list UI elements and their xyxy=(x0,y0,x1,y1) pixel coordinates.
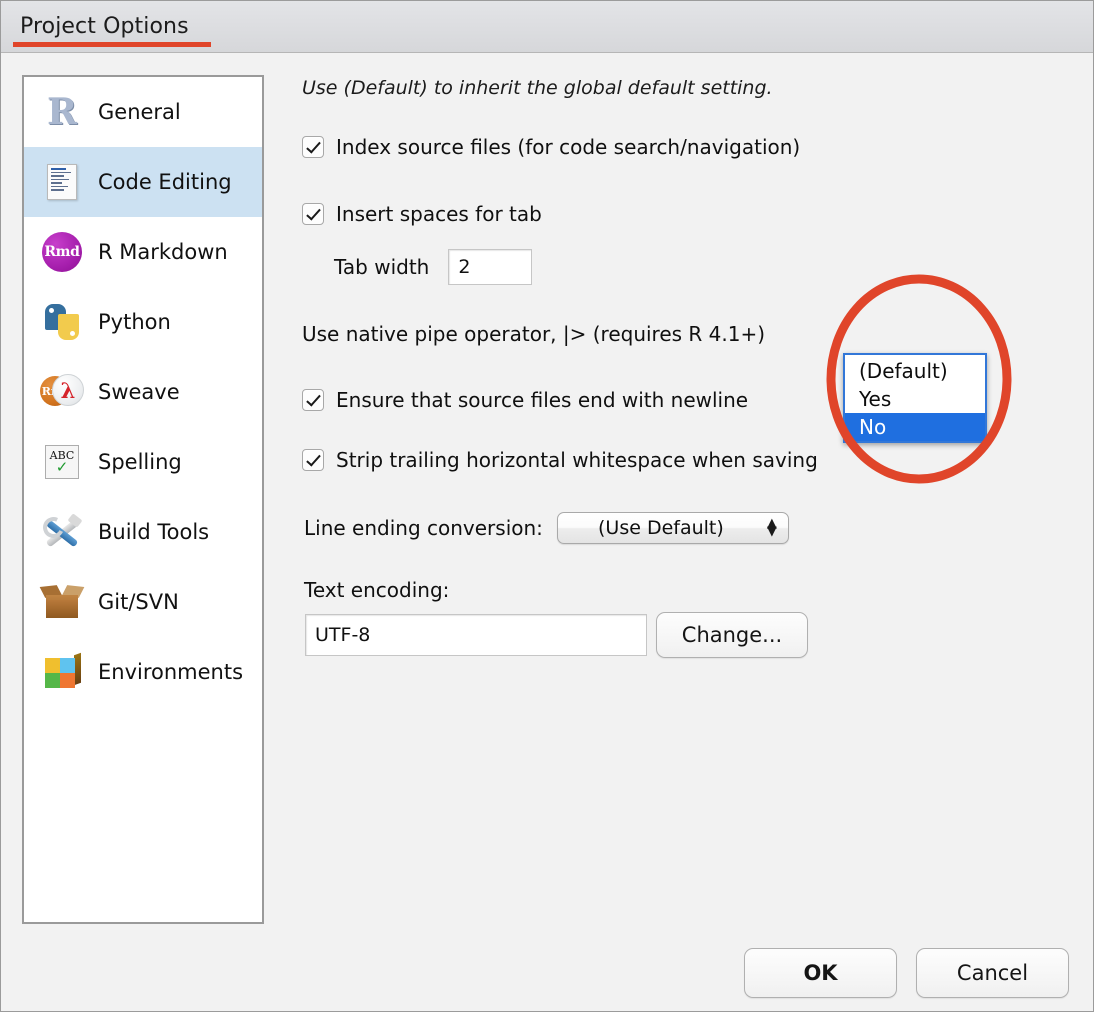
strip-whitespace-checkbox[interactable] xyxy=(302,449,324,471)
text-encoding-label-row: Text encoding: xyxy=(304,578,449,602)
sidebar-item-code-editing[interactable]: Code Editing xyxy=(24,147,262,217)
page-title: Project Options xyxy=(20,14,189,39)
package-box-icon xyxy=(40,580,84,624)
strip-whitespace-row[interactable]: Strip trailing horizontal whitespace whe… xyxy=(302,448,818,472)
native-pipe-label: Use native pipe operator, |> (requires R… xyxy=(302,322,765,346)
pdf-glyph: λ xyxy=(52,374,84,406)
line-ending-select[interactable]: (Use Default) ▲▼ xyxy=(557,512,789,544)
code-document-icon xyxy=(40,160,84,204)
tab-width-input[interactable]: 2 xyxy=(448,249,532,285)
sidebar-item-label: Sweave xyxy=(98,380,180,404)
index-source-files-row[interactable]: Index source files (for code search/navi… xyxy=(302,135,800,159)
r-logo-icon: R xyxy=(40,90,84,134)
index-source-files-checkbox[interactable] xyxy=(302,136,324,158)
sidebar-item-build-tools[interactable]: Build Tools xyxy=(24,497,262,567)
rmd-badge-label: Rmd xyxy=(42,232,82,272)
insert-spaces-row[interactable]: Insert spaces for tab xyxy=(302,202,542,226)
text-encoding-row: UTF-8 Change... xyxy=(305,612,808,658)
dropdown-option-yes[interactable]: Yes xyxy=(845,385,985,413)
sidebar-item-label: General xyxy=(98,100,181,124)
title-underline-annotation xyxy=(13,42,211,47)
sidebar-item-label: Python xyxy=(98,310,171,334)
change-encoding-button[interactable]: Change... xyxy=(656,612,808,658)
sidebar-item-label: Code Editing xyxy=(98,170,232,194)
sweave-pdf-icon: Rnw λ xyxy=(40,370,84,414)
chevron-updown-icon: ▲▼ xyxy=(767,520,777,536)
sidebar-item-label: Build Tools xyxy=(98,520,209,544)
sidebar-item-label: Spelling xyxy=(98,450,182,474)
dropdown-option-default[interactable]: (Default) xyxy=(845,357,985,385)
insert-spaces-label: Insert spaces for tab xyxy=(336,202,542,226)
line-ending-selected-value: (Use Default) xyxy=(598,517,724,539)
sidebar-item-label: R Markdown xyxy=(98,240,228,264)
wrench-screwdriver-icon xyxy=(40,510,84,554)
ok-button[interactable]: OK xyxy=(744,948,897,998)
panel-hint-text: Use (Default) to inherit the global defa… xyxy=(302,77,773,99)
sidebar-item-sweave[interactable]: Rnw λ Sweave xyxy=(24,357,262,427)
sidebar-item-r-markdown[interactable]: Rmd R Markdown xyxy=(24,217,262,287)
sidebar-item-python[interactable]: Python xyxy=(24,287,262,357)
native-pipe-dropdown-menu[interactable]: (Default) Yes No xyxy=(843,353,987,443)
dropdown-option-no[interactable]: No xyxy=(845,413,985,441)
ensure-newline-checkbox[interactable] xyxy=(302,389,324,411)
text-encoding-input[interactable]: UTF-8 xyxy=(305,614,647,656)
ensure-newline-row[interactable]: Ensure that source files end with newlin… xyxy=(302,388,748,412)
check-glyph: ✓ xyxy=(56,460,69,475)
strip-whitespace-label: Strip trailing horizontal whitespace whe… xyxy=(336,448,818,472)
spellcheck-icon: ABC ✓ xyxy=(40,440,84,484)
color-cube-icon xyxy=(40,650,84,694)
insert-spaces-checkbox[interactable] xyxy=(302,203,324,225)
dialog-titlebar: Project Options xyxy=(1,1,1094,53)
settings-category-list[interactable]: R General Code Editing Rmd R Markdown Py… xyxy=(22,75,264,924)
text-encoding-label: Text encoding: xyxy=(304,578,449,602)
tab-width-row: Tab width 2 xyxy=(334,249,532,285)
sidebar-item-git-svn[interactable]: Git/SVN xyxy=(24,567,262,637)
python-logo-icon xyxy=(40,300,84,344)
project-options-dialog: Project Options R General Code Editing R… xyxy=(0,0,1094,1012)
line-ending-label: Line ending conversion: xyxy=(304,516,543,540)
cancel-button[interactable]: Cancel xyxy=(916,948,1069,998)
sidebar-item-spelling[interactable]: ABC ✓ Spelling xyxy=(24,427,262,497)
rmd-badge-icon: Rmd xyxy=(40,230,84,274)
index-source-files-label: Index source files (for code search/navi… xyxy=(336,135,800,159)
sidebar-item-label: Git/SVN xyxy=(98,590,179,614)
native-pipe-row: Use native pipe operator, |> (requires R… xyxy=(302,322,765,346)
sidebar-item-environments[interactable]: Environments xyxy=(24,637,262,707)
tab-width-label: Tab width xyxy=(334,255,429,279)
sidebar-item-label: Environments xyxy=(98,660,243,684)
line-ending-row: Line ending conversion: (Use Default) ▲▼ xyxy=(304,512,789,544)
ensure-newline-label: Ensure that source files end with newlin… xyxy=(336,388,748,412)
sidebar-item-general[interactable]: R General xyxy=(24,77,262,147)
